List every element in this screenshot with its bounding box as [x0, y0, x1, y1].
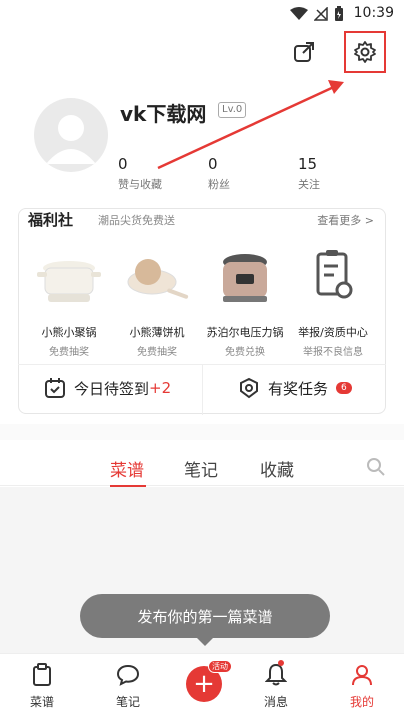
welfare-more-link[interactable]: 查看更多 > — [317, 212, 374, 228]
status-icons — [290, 6, 344, 22]
welfare-subtitle: 潮品尖货免费送 — [98, 214, 175, 227]
tasks-label: 有奖任务 — [268, 379, 329, 398]
tab-notes[interactable]: 笔记 — [184, 456, 218, 481]
no-signal-icon — [314, 7, 328, 21]
daily-signin-button[interactable]: 今日待签到 +2 — [44, 377, 171, 399]
product-sub: 免费兑换 — [225, 347, 265, 358]
event-tag: 活动 — [208, 660, 232, 673]
tab-favorites[interactable]: 收藏 — [260, 456, 294, 481]
divider — [202, 365, 203, 415]
search-button[interactable] — [366, 457, 386, 481]
share-button[interactable] — [290, 38, 318, 66]
product-sub: 免费抽奖 — [137, 347, 177, 358]
product-name: 举报/资质中心 — [298, 326, 368, 339]
tooltip-tail — [195, 636, 215, 646]
product-name: 苏泊尔电压力锅 — [206, 326, 284, 339]
nav-messages[interactable]: 消息 — [246, 660, 306, 710]
hotpot-image — [37, 261, 101, 302]
signin-bonus: +2 — [149, 379, 172, 397]
stat-following-label: 关注 — [298, 178, 320, 191]
reward-tasks-button[interactable]: 有奖任务 6 — [238, 377, 352, 399]
crepe-maker-image — [127, 259, 189, 299]
stat-fans-count: 0 — [208, 155, 218, 173]
welfare-actions: 今日待签到 +2 有奖任务 6 — [18, 364, 386, 415]
nav-me[interactable]: 我的 — [332, 660, 392, 710]
pressure-cooker-image — [223, 254, 267, 302]
share-icon — [294, 42, 314, 62]
bell-icon — [265, 663, 287, 686]
stat-following-count: 15 — [298, 155, 318, 173]
product-pressure-cooker[interactable]: 苏泊尔电压力锅 免费兑换 — [202, 248, 288, 358]
product-sub: 举报不良信息 — [303, 347, 363, 358]
stat-likes[interactable]: 0 赞与收藏 — [118, 155, 162, 192]
default-avatar-icon — [46, 115, 96, 164]
welfare-title: 福利社 — [28, 211, 74, 229]
content-tabs: 菜谱 笔记 收藏 — [0, 452, 404, 487]
profile-stats: 0 赞与收藏 0 粉丝 15 关注 — [118, 155, 358, 195]
signin-label: 今日待签到 — [74, 379, 150, 398]
stat-likes-count: 0 — [118, 155, 128, 173]
tab-recipes[interactable]: 菜谱 — [110, 456, 144, 481]
product-name: 小熊薄饼机 — [129, 326, 185, 339]
top-actions — [290, 31, 386, 73]
clipboard-icon — [33, 663, 51, 686]
report-clipboard-icon — [316, 250, 353, 299]
battery-icon — [335, 6, 343, 21]
stat-following[interactable]: 15 关注 — [298, 155, 320, 192]
username[interactable]: vk下载网 — [120, 98, 206, 127]
wifi-icon — [290, 7, 308, 20]
person-icon — [352, 665, 372, 686]
search-icon — [367, 458, 385, 476]
chat-bubble-icon — [116, 664, 140, 686]
publish-tooltip[interactable]: 发布你的第一篇菜谱 — [80, 594, 330, 638]
nav-recipes[interactable]: 菜谱 — [12, 660, 72, 710]
avatar[interactable] — [34, 98, 108, 172]
nav-label: 我的 — [349, 695, 374, 709]
gear-icon — [354, 41, 376, 63]
settings-button[interactable] — [344, 31, 386, 73]
plus-icon: + — [193, 669, 215, 699]
calendar-check-icon — [45, 378, 65, 398]
product-hotpot[interactable]: 小熊小聚锅 免费抽奖 — [26, 248, 112, 358]
product-name: 小熊小聚锅 — [41, 326, 97, 339]
medal-icon — [240, 377, 258, 399]
unread-dot — [278, 660, 284, 666]
stat-fans[interactable]: 0 粉丝 — [208, 155, 230, 192]
stat-fans-label: 粉丝 — [208, 178, 230, 191]
status-time: 10:39 — [353, 5, 394, 21]
section-gap — [0, 424, 404, 440]
product-sub: 免费抽奖 — [49, 347, 89, 358]
stat-likes-label: 赞与收藏 — [118, 178, 162, 191]
nav-label: 菜谱 — [29, 695, 54, 709]
product-crepe-maker[interactable]: 小熊薄饼机 免费抽奖 — [114, 248, 200, 358]
nav-label: 消息 — [263, 695, 288, 709]
level-badge: Lv.0 — [218, 102, 247, 118]
nav-label: 笔记 — [115, 695, 140, 709]
tasks-count-badge: 6 — [336, 382, 352, 394]
bottom-nav: 菜谱 笔记 + 活动 消息 我的 — [0, 653, 404, 720]
status-bar: 10:39 — [0, 0, 404, 28]
nav-notes[interactable]: 笔记 — [98, 660, 158, 710]
report-center[interactable]: 举报/资质中心 举报不良信息 — [290, 248, 376, 358]
